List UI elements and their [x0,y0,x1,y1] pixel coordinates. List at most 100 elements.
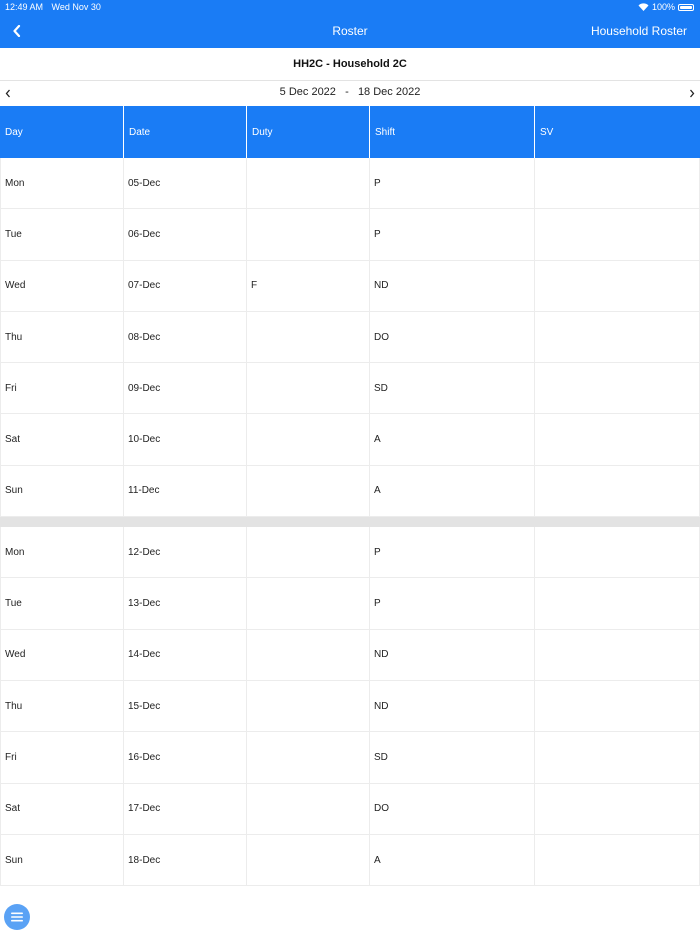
cell-shift: P [370,158,535,209]
date-range-start: 5 Dec 2022 [279,86,336,98]
cell-shift: SD [370,363,535,414]
cell-day: Mon [0,158,124,209]
cell-sv [535,158,700,209]
cell-date: 09-Dec [124,363,247,414]
household-title: HH2C - Household 2C [0,48,700,81]
household-roster-button[interactable]: Household Roster [591,24,687,38]
table-header: Day Date Duty Shift SV [0,106,700,158]
table-row[interactable]: Fri 16-Dec SD [0,732,700,784]
cell-sv [535,209,700,260]
cell-day: Sat [0,414,124,465]
cell-date: 18-Dec [124,834,247,886]
cell-shift: SD [370,732,535,783]
table-row[interactable]: Mon 05-Dec P [0,158,700,210]
cell-day: Sun [0,465,124,517]
cell-duty [247,527,370,578]
cell-duty [247,629,370,680]
table-row[interactable]: Sun 11-Dec A [0,465,700,518]
cell-sv [535,414,700,465]
cell-date: 10-Dec [124,414,247,465]
cell-duty [247,465,370,517]
cell-duty [247,680,370,732]
cell-date: 05-Dec [124,158,247,209]
cell-date: 06-Dec [124,209,247,260]
cell-duty [247,783,370,834]
status-time: 12:49 AM [5,2,44,12]
cell-date: 11-Dec [124,465,247,517]
cell-shift: P [370,209,535,260]
status-date: Wed Nov 30 [51,2,101,12]
date-range-navigator: 5 Dec 2022 - 18 Dec 2022 [0,81,700,105]
cell-sv [535,260,700,311]
date-range-separator: - [345,86,349,98]
table-row[interactable]: Mon 12-Dec P [0,527,700,579]
cell-day: Sun [0,834,124,886]
week-separator [0,517,700,528]
cell-date: 15-Dec [124,680,247,732]
next-period-button[interactable] [685,85,699,101]
cell-shift: ND [370,629,535,680]
cell-shift: DO [370,311,535,363]
cell-date: 07-Dec [124,260,247,311]
cell-duty [247,209,370,260]
cell-sv [535,732,700,783]
cell-shift: P [370,527,535,578]
table-row[interactable]: Tue 13-Dec P [0,578,700,630]
cell-day: Wed [0,260,124,311]
cell-shift: DO [370,783,535,834]
column-header-duty[interactable]: Duty [247,106,370,158]
cell-date: 13-Dec [124,578,247,629]
table-row[interactable]: Tue 06-Dec P [0,209,700,261]
cell-sv [535,629,700,680]
cell-shift: P [370,578,535,629]
cell-duty [247,158,370,209]
table-row[interactable]: Sat 17-Dec DO [0,783,700,835]
column-header-day[interactable]: Day [0,106,124,158]
cell-duty [247,834,370,886]
cell-duty [247,578,370,629]
table-row[interactable]: Thu 08-Dec DO [0,311,700,364]
table-row[interactable]: Sun 18-Dec A [0,834,700,887]
cell-date: 17-Dec [124,783,247,834]
status-bar-left: 12:49 AM Wed Nov 30 [5,2,107,12]
column-header-shift[interactable]: Shift [370,106,535,158]
cell-day: Tue [0,209,124,260]
battery-percent: 100% [651,2,675,12]
column-header-sv[interactable]: SV [535,106,700,158]
wifi-icon [638,3,649,11]
cell-duty: F [247,260,370,311]
table-row[interactable]: Wed 07-Dec F ND [0,260,700,312]
cell-sv [535,680,700,732]
table-row[interactable]: Thu 15-Dec ND [0,680,700,733]
cell-date: 14-Dec [124,629,247,680]
cell-date: 08-Dec [124,311,247,363]
status-bar-right: 100% [638,2,694,12]
table-row[interactable]: Wed 14-Dec ND [0,629,700,681]
cell-sv [535,465,700,517]
cell-shift: A [370,834,535,886]
column-header-date[interactable]: Date [124,106,247,158]
cell-sv [535,527,700,578]
cell-shift: A [370,465,535,517]
cell-date: 16-Dec [124,732,247,783]
cell-sv [535,578,700,629]
cell-sv [535,363,700,414]
table-row[interactable]: Fri 09-Dec SD [0,363,700,415]
cell-duty [247,311,370,363]
cell-day: Fri [0,732,124,783]
cell-sv [535,783,700,834]
roster-table: Day Date Duty Shift SV Mon 05-Dec P Tue 06-D… [0,106,700,887]
chevron-right-icon [690,89,695,97]
menu-button[interactable] [4,904,30,930]
date-range-end: 18 Dec 2022 [357,86,421,98]
cell-shift: ND [370,680,535,732]
cell-day: Tue [0,578,124,629]
table-row[interactable]: Sat 10-Dec A [0,414,700,466]
table-body: Mon 05-Dec P Tue 06-Dec P Wed 07-Dec F ND Thu 08-De… [0,158,700,887]
cell-day: Fri [0,363,124,414]
date-range-label: 5 Dec 2022 - 18 Dec 2022 [0,86,700,98]
battery-icon [678,3,694,11]
cell-day: Mon [0,527,124,578]
cell-duty [247,732,370,783]
cell-duty [247,363,370,414]
